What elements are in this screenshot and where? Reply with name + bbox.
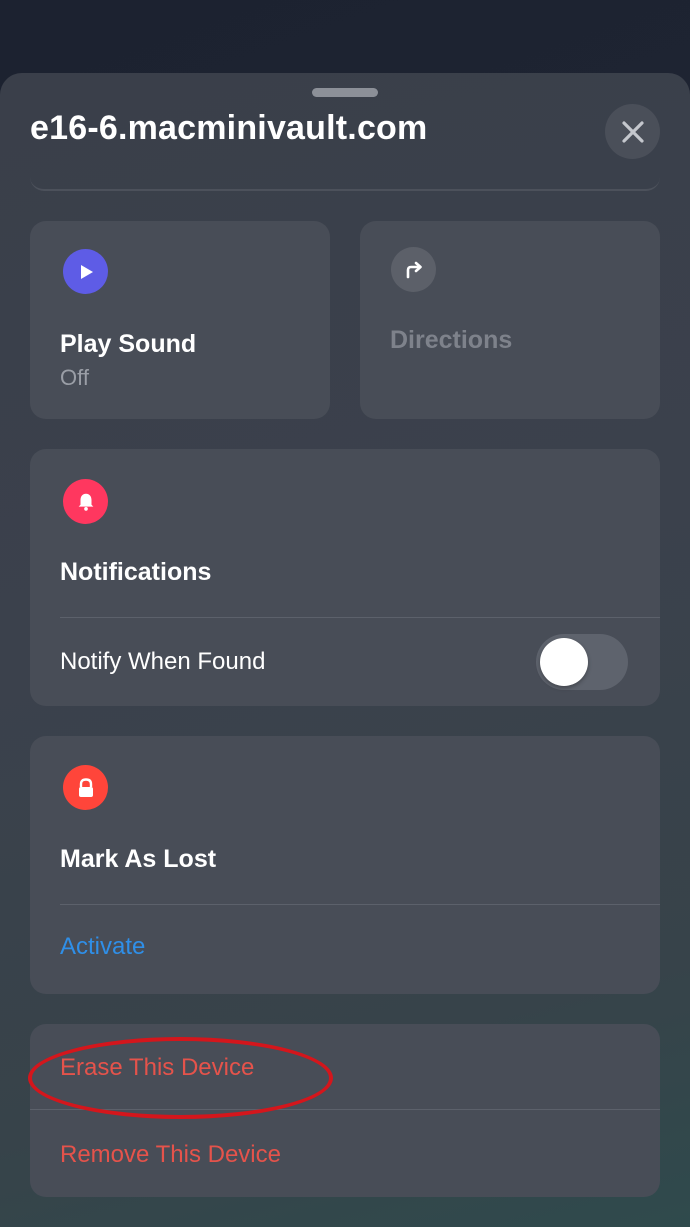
play-sound-card[interactable]: Play Sound Off xyxy=(30,221,330,419)
device-title: e16-6.macminivault.com xyxy=(30,109,428,147)
directions-card[interactable]: Directions xyxy=(360,221,660,419)
close-icon xyxy=(621,120,644,143)
device-actions-card: Erase This Device Remove This Device xyxy=(30,1024,660,1197)
notifications-label: Notifications xyxy=(60,558,212,586)
play-sound-status: Off xyxy=(60,365,89,390)
close-button[interactable] xyxy=(605,104,660,159)
notifications-divider xyxy=(60,617,660,618)
play-icon xyxy=(63,249,108,294)
erase-this-device-button[interactable]: Erase This Device xyxy=(60,1054,254,1082)
notifications-card: Notifications Notify When Found xyxy=(30,449,660,706)
sheet-grabber[interactable] xyxy=(312,88,378,97)
mark-as-lost-divider xyxy=(60,904,660,905)
toggle-knob xyxy=(540,638,588,686)
bell-icon xyxy=(63,479,108,524)
remove-this-device-button[interactable]: Remove This Device xyxy=(60,1141,281,1169)
notify-when-found-label: Notify When Found xyxy=(60,648,266,675)
turn-right-arrow-icon xyxy=(391,247,436,292)
mark-as-lost-card: Mark As Lost Activate xyxy=(30,736,660,994)
lock-icon xyxy=(63,765,108,810)
directions-label: Directions xyxy=(390,326,513,354)
play-sound-label: Play Sound xyxy=(60,330,197,358)
device-actions-divider xyxy=(30,1109,660,1110)
notify-when-found-toggle[interactable] xyxy=(536,634,628,690)
mark-as-lost-label: Mark As Lost xyxy=(60,845,217,873)
activate-button[interactable]: Activate xyxy=(60,933,145,961)
header-separator xyxy=(30,177,660,191)
